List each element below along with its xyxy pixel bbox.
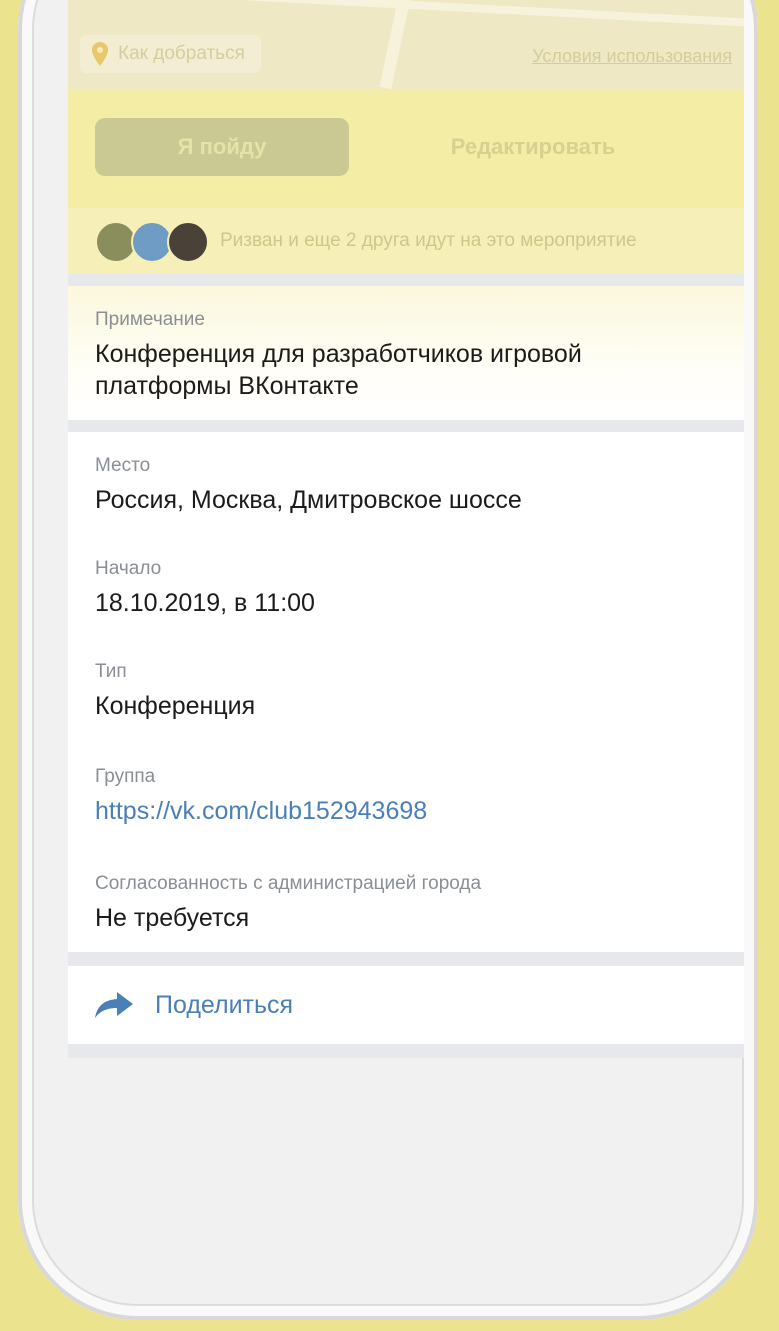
start-label: Начало bbox=[95, 558, 162, 579]
type-value: Конференция bbox=[95, 692, 256, 720]
group-label: Группа bbox=[95, 766, 156, 787]
avatar bbox=[167, 221, 209, 263]
approval-label: Согласованность с администрацией города bbox=[95, 873, 482, 894]
start-value: 18.10.2019, в 11:00 bbox=[95, 589, 315, 617]
phone-frame: Как добраться Условия использования Я по… bbox=[18, 0, 758, 1320]
route-link-label: Как добраться bbox=[118, 43, 245, 64]
map-road bbox=[379, 0, 429, 90]
event-map[interactable]: Как добраться Условия использования bbox=[68, 0, 744, 90]
friends-attending[interactable]: Ризван и еще 2 друга идут на это меропри… bbox=[68, 208, 744, 274]
start-field: Начало 18.10.2019, в 11:00 bbox=[95, 557, 724, 619]
group-link[interactable]: https://vk.com/club152943698 bbox=[95, 795, 724, 827]
approval-value: Не требуется bbox=[95, 904, 250, 932]
type-label: Тип bbox=[95, 661, 127, 682]
event-screen: Как добраться Условия использования Я по… bbox=[68, 0, 744, 1058]
note-label: Примечание bbox=[95, 309, 205, 330]
approval-field: Согласованность с администрацией города … bbox=[95, 872, 724, 934]
place-value: Россия, Москва, Дмитровское шоссе bbox=[95, 486, 522, 514]
event-info-card: Место Россия, Москва, Дмитровское шоссе … bbox=[68, 432, 744, 952]
share-arrow-icon bbox=[95, 992, 133, 1018]
type-field: Тип Конференция bbox=[95, 660, 724, 722]
event-actions: Я пойду Редактировать bbox=[68, 90, 744, 208]
share-label: Поделиться bbox=[155, 990, 294, 1019]
place-field: Место Россия, Москва, Дмитровское шоссе bbox=[95, 454, 724, 516]
share-button[interactable]: Поделиться bbox=[68, 966, 744, 1044]
attend-button[interactable]: Я пойду bbox=[95, 118, 349, 176]
note-field: Примечание Конференция для разработчиков… bbox=[95, 308, 724, 402]
route-link[interactable]: Как добраться bbox=[80, 35, 261, 73]
terms-link[interactable]: Условия использования bbox=[532, 46, 732, 67]
note-value: Конференция для разработчиков игровой пл… bbox=[95, 340, 582, 400]
map-road bbox=[188, 0, 744, 29]
friends-attending-text: Ризван и еще 2 друга идут на это меропри… bbox=[220, 230, 637, 251]
friend-avatars bbox=[95, 221, 210, 263]
group-field: Группа https://vk.com/club152943698 bbox=[95, 765, 724, 827]
edit-button[interactable]: Редактировать bbox=[398, 118, 668, 176]
place-label: Место bbox=[95, 455, 151, 476]
location-pin-icon bbox=[92, 42, 108, 66]
note-card: Примечание Конференция для разработчиков… bbox=[68, 286, 744, 420]
